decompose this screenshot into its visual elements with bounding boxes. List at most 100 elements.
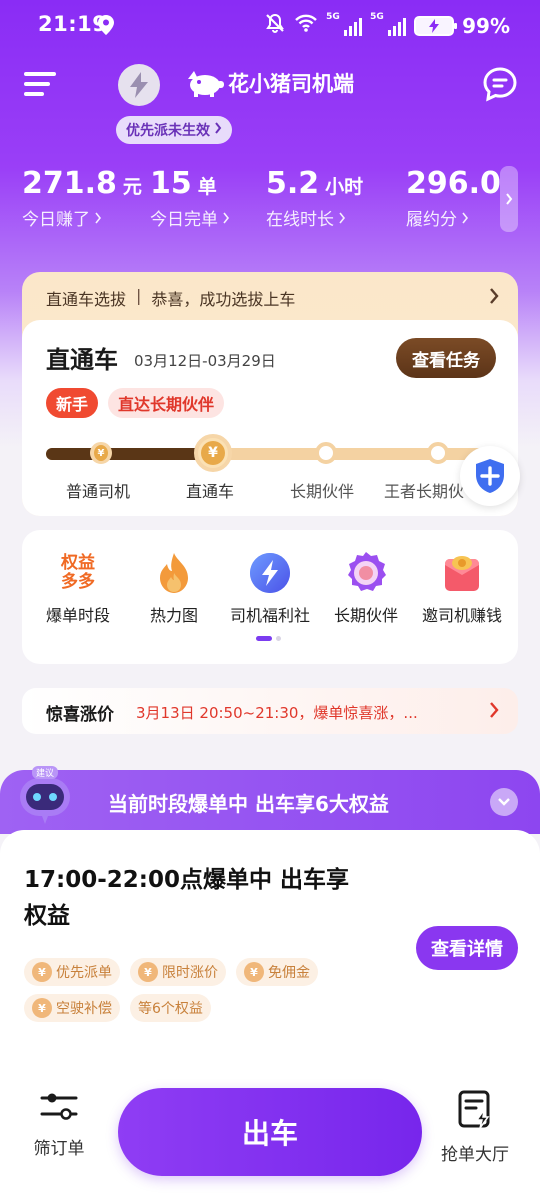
cell-signal-1-icon: 5G bbox=[326, 12, 363, 36]
banner-separator: | bbox=[136, 286, 142, 305]
stat-performance-score[interactable]: 296.0 履约分 bbox=[406, 166, 507, 230]
order-hall-icon bbox=[458, 1090, 490, 1129]
stat-orders[interactable]: 15 单 今日完单 bbox=[150, 166, 230, 230]
stat-label: 今日赚了 bbox=[22, 210, 90, 230]
stat-unit: 单 bbox=[197, 176, 217, 198]
function-label: 爆单时段 bbox=[45, 606, 110, 625]
function-invite-drivers[interactable]: 邀司机赚钱 bbox=[412, 548, 512, 626]
train-date-range: 03月12日-03月29日 bbox=[134, 352, 276, 370]
battery-percent: 99% bbox=[462, 13, 510, 38]
perk-label: 限时涨价 bbox=[162, 965, 218, 981]
bolt-icon bbox=[130, 72, 148, 98]
signal-1-label: 5G bbox=[326, 11, 340, 22]
stats-row: 271.8 元 今日赚了 15 单 今日完单 5.2 小时 在线时长 296.0 履约… bbox=[0, 166, 540, 236]
stage-label: 长期伙伴 bbox=[290, 482, 355, 501]
stage-label: 普通司机 bbox=[66, 482, 131, 501]
app-header: 花小猪司机端 bbox=[0, 60, 540, 120]
function-heatmap[interactable]: 热力图 bbox=[124, 548, 224, 626]
perk-list: ¥ 优先派单 ¥ 限时涨价 ¥ 免佣金 ¥ 空驶补偿 等6个权益 bbox=[24, 958, 344, 1022]
assistant-robot-icon[interactable]: 建议 bbox=[12, 766, 78, 828]
chevron-right-icon[interactable] bbox=[488, 286, 500, 310]
function-surge-hours[interactable]: 权益 多多 爆单时段 bbox=[28, 548, 128, 626]
filter-sliders-icon bbox=[40, 1093, 78, 1120]
partner-tag: 直达长期伙伴 bbox=[108, 388, 225, 418]
cell-signal-2-icon: 5G bbox=[370, 12, 407, 36]
order-hall-button[interactable]: 抢单大厅 bbox=[430, 1090, 520, 1165]
status-bolt-button[interactable] bbox=[118, 64, 160, 106]
stat-online-hours[interactable]: 5.2 小时 在线时长 bbox=[266, 166, 363, 230]
filter-orders-label: 筛订单 bbox=[33, 1139, 85, 1159]
status-bar: 21:19 5G 5G 99% bbox=[0, 0, 540, 50]
promo-text: 当前时段爆单中 出车享6大权益 bbox=[108, 792, 389, 816]
function-label: 热力图 bbox=[149, 606, 198, 625]
surge-promo-bar[interactable]: 当前时段爆单中 出车享6大权益 bbox=[0, 770, 540, 834]
stat-earnings[interactable]: 271.8 元 今日赚了 bbox=[22, 166, 142, 230]
chevron-down-icon[interactable] bbox=[490, 788, 518, 816]
chevron-right-icon bbox=[462, 212, 469, 223]
function-label: 司机福利社 bbox=[229, 606, 310, 625]
stat-value: 5.2 bbox=[266, 166, 320, 201]
flame-icon bbox=[149, 548, 199, 598]
badge-line-1: 权益 bbox=[61, 553, 95, 573]
yuan-icon: ¥ bbox=[32, 962, 52, 982]
stat-label: 今日完单 bbox=[150, 210, 218, 230]
order-hall-label: 抢单大厅 bbox=[441, 1145, 509, 1165]
perk-label: 免佣金 bbox=[268, 965, 310, 981]
train-selection-banner[interactable]: 直通车选拔 | 恭喜，成功选拔上车 bbox=[46, 286, 295, 310]
chevron-right-icon bbox=[214, 122, 222, 138]
surprise-price-banner[interactable]: 惊喜涨价 3月13日 20:50~21:30，爆单惊喜涨，... bbox=[22, 688, 518, 734]
brand-name: 花小猪司机端 bbox=[228, 72, 354, 96]
stats-more-button[interactable] bbox=[500, 166, 518, 232]
stat-unit: 小时 bbox=[325, 176, 364, 198]
stat-label: 履约分 bbox=[406, 210, 457, 230]
surprise-detail: 3月13日 20:50~21:30，爆单惊喜涨，... bbox=[136, 704, 418, 722]
direct-train-card: 直通车选拔 | 恭喜，成功选拔上车 直通车 03月12日-03月29日 查看任务… bbox=[22, 272, 518, 516]
yuan-icon: ¥ bbox=[32, 998, 52, 1018]
badge-line-2: 多多 bbox=[61, 572, 95, 592]
benefit-title: 17:00-22:00点爆单中 出车享权益 bbox=[24, 867, 349, 929]
signal-2-label: 5G bbox=[370, 11, 384, 22]
function-label: 邀司机赚钱 bbox=[421, 606, 502, 625]
brand-logo: 花小猪司机端 bbox=[184, 68, 354, 98]
go-online-button[interactable]: 出车 bbox=[118, 1088, 422, 1176]
page-indicator bbox=[256, 636, 281, 641]
stat-value: 296.0 bbox=[406, 166, 501, 201]
perk-chip: ¥ 免佣金 bbox=[236, 958, 318, 986]
chevron-right-icon bbox=[95, 212, 102, 223]
stage-label: 直通车 bbox=[186, 482, 235, 501]
chevron-right-icon bbox=[339, 212, 346, 223]
priority-dispatch-pill[interactable]: 优先派未生效 bbox=[116, 116, 232, 144]
newbie-tag: 新手 bbox=[46, 388, 99, 418]
train-progress-panel: 直通车 03月12日-03月29日 查看任务 新手 直达长期伙伴 ¥ ¥ 普通司… bbox=[22, 320, 518, 516]
train-title: 直通车 bbox=[46, 346, 118, 374]
function-label: 长期伙伴 bbox=[333, 606, 398, 625]
partner-medal-icon bbox=[341, 548, 391, 598]
perk-label: 优先派单 bbox=[56, 965, 112, 981]
message-icon[interactable] bbox=[482, 66, 518, 106]
safety-shield-button[interactable] bbox=[460, 446, 520, 506]
red-envelope-icon bbox=[437, 548, 487, 598]
filter-orders-button[interactable]: 筛订单 bbox=[24, 1090, 94, 1159]
function-long-term-partner[interactable]: 长期伙伴 bbox=[316, 548, 416, 626]
stage-progress-fill bbox=[46, 448, 213, 460]
rights-badge-icon: 权益 多多 bbox=[53, 548, 103, 598]
yuan-icon: ¥ bbox=[244, 962, 264, 982]
chevron-right-icon bbox=[223, 212, 230, 223]
perk-label: 空驶补偿 bbox=[56, 1001, 112, 1017]
view-details-button[interactable]: 查看详情 bbox=[416, 926, 518, 970]
chevron-right-icon bbox=[506, 193, 513, 205]
status-indicators: 5G 5G 99% bbox=[264, 12, 510, 39]
yuan-icon: ¥ bbox=[138, 962, 158, 982]
pig-logo-icon bbox=[188, 71, 224, 97]
perk-chip: ¥ 优先派单 bbox=[24, 958, 120, 986]
coin-icon: ¥ bbox=[201, 441, 225, 465]
train-banner-title: 直通车选拔 bbox=[46, 290, 127, 309]
battery-icon bbox=[414, 15, 458, 36]
function-driver-welfare[interactable]: 司机福利社 bbox=[220, 548, 320, 626]
shield-plus-icon bbox=[476, 459, 504, 493]
perk-label: 等6个权益 bbox=[138, 1001, 203, 1017]
perk-chip: ¥ 空驶补偿 bbox=[24, 994, 120, 1022]
function-grid: 权益 多多 爆单时段 热力图 司机福利社 长期伙伴 邀司机赚钱 bbox=[22, 530, 518, 664]
view-tasks-button[interactable]: 查看任务 bbox=[396, 338, 496, 378]
menu-icon[interactable] bbox=[24, 72, 56, 96]
